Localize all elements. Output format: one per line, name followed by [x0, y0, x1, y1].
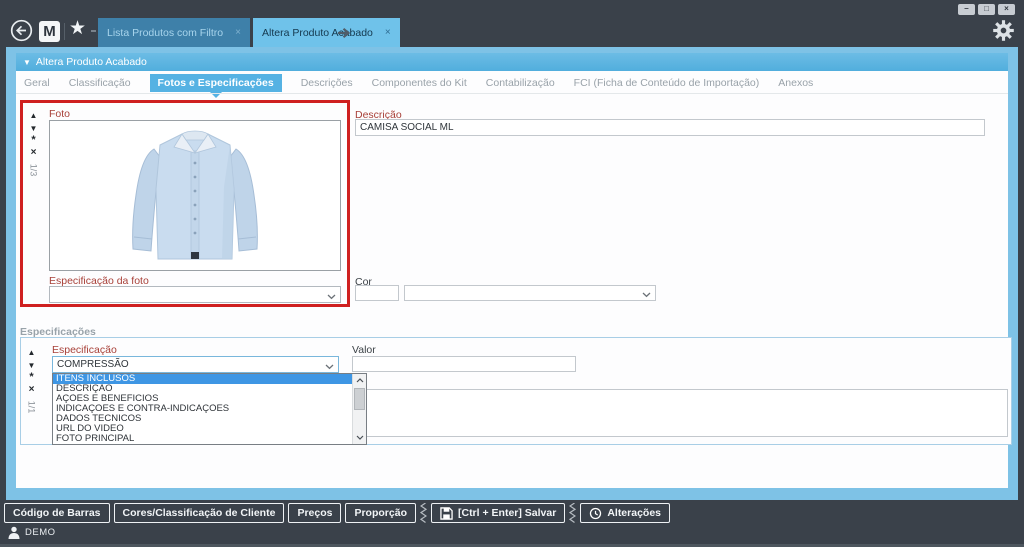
record-counter: 1/3 [29, 162, 39, 179]
chevron-down-icon [642, 290, 651, 301]
tab-lista-produtos[interactable]: Lista Produtos com Filtro × [98, 18, 250, 47]
next-tab-arrow-icon[interactable] [337, 26, 352, 44]
save-button[interactable]: [Ctrl + Enter] Salvar [431, 503, 565, 523]
dropdown-option-selected[interactable]: ITENS INCLUSOS [53, 374, 352, 384]
chevron-down-icon [327, 292, 336, 303]
record-counter: 1/1 [27, 399, 37, 416]
tab-componentes-kit[interactable]: Componentes do Kit [372, 77, 467, 89]
panel-title: Altera Produto Acabado [36, 56, 147, 68]
product-photo-shirt [110, 125, 280, 267]
content-frame: ▼ Altera Produto Acabado Geral Classific… [6, 47, 1018, 500]
footer-button-row: Código de Barras Cores/Classificação de … [4, 503, 670, 523]
cor-combobox[interactable] [404, 285, 656, 301]
valor-input[interactable] [352, 356, 576, 372]
especificacoes-panel: ▲ ▼ * × 1/1 Especificação COMPRESSÃO [20, 337, 1012, 445]
dropdown-scrollbar[interactable] [352, 374, 366, 444]
dropdown-option[interactable]: DADOS TÉCNICOS [53, 414, 352, 424]
back-arrow-icon [10, 19, 33, 42]
window-controls: – □ × [958, 4, 1015, 15]
scroll-down-icon[interactable] [353, 431, 366, 444]
tab-close-icon[interactable]: × [385, 27, 391, 38]
app-window: M ★ Lista Produtos com Filtro × Altera P… [0, 0, 1024, 547]
zigzag-divider [420, 503, 427, 523]
chevron-down-icon [325, 362, 334, 373]
especificacao-foto-combobox[interactable] [49, 286, 341, 303]
record-insert-button[interactable]: * [25, 135, 42, 146]
tab-close-icon[interactable]: × [235, 27, 241, 38]
main-content: Geral Classificação Fotos e Especificaçõ… [16, 71, 1008, 488]
scroll-up-icon[interactable] [353, 374, 366, 387]
scrollbar-thumb[interactable] [354, 388, 365, 410]
maximize-button[interactable]: □ [978, 4, 995, 15]
tab-altera-produto[interactable]: Altera Produto Acabado × [253, 18, 400, 47]
toolbar-divider [64, 23, 65, 40]
descricao-input[interactable] [355, 119, 985, 136]
especificacao-label: Especificação [52, 344, 117, 356]
top-bar: M ★ Lista Produtos com Filtro × Altera P… [0, 0, 1024, 47]
tab-geral[interactable]: Geral [24, 77, 50, 89]
especificacao-dropdown-list: ITENS INCLUSOS DESCRIÇÃO AÇÕES E BENEFÍC… [52, 373, 367, 445]
user-icon [8, 526, 20, 539]
tab-contabilizacao[interactable]: Contabilização [486, 77, 555, 89]
minimize-button[interactable]: – [958, 4, 975, 15]
app-logo[interactable]: M [39, 21, 60, 42]
precos-button[interactable]: Preços [288, 503, 341, 523]
dropdown-option[interactable]: URL DO VIDEO [53, 424, 352, 434]
proporcao-button[interactable]: Proporção [345, 503, 416, 523]
photo-panel-highlighted: ▲ ▼ * × 1/3 Foto [20, 100, 350, 307]
bottom-bar: Código de Barras Cores/Classificação de … [0, 500, 1024, 547]
codigo-barras-button[interactable]: Código de Barras [4, 503, 110, 523]
photo-display-box [49, 120, 341, 271]
cor-code-input[interactable] [355, 285, 399, 301]
zigzag-divider [569, 503, 576, 523]
record-delete-button[interactable]: × [25, 146, 42, 159]
tab-classificacao[interactable]: Classificação [69, 77, 131, 89]
back-button[interactable] [10, 19, 33, 47]
dropdown-option[interactable]: FOTO PRINCIPAL [53, 434, 352, 444]
tab-divider [16, 93, 1008, 94]
favorites-caret[interactable] [91, 30, 96, 32]
cores-classificacao-button[interactable]: Cores/Classificação de Cliente [114, 503, 285, 523]
alteracoes-button[interactable]: Alterações [580, 503, 670, 523]
record-delete-button[interactable]: × [23, 383, 40, 396]
window-tab-strip: Lista Produtos com Filtro × Altera Produ… [98, 18, 400, 47]
section-tab-bar: Geral Classificação Fotos e Especificaçõ… [24, 73, 813, 92]
panel-header[interactable]: ▼ Altera Produto Acabado [16, 53, 1008, 71]
foto-label: Foto [49, 108, 70, 120]
dropdown-option[interactable]: INDICAÇÕES E CONTRA-INDICAÇÕES [53, 404, 352, 414]
tab-label: Altera Produto Acabado [262, 27, 373, 39]
settings-gear-icon[interactable] [993, 20, 1014, 46]
collapse-icon: ▼ [23, 58, 31, 67]
record-prev-button[interactable]: ▲ [25, 109, 42, 122]
record-prev-button[interactable]: ▲ [23, 346, 40, 359]
valor-label: Valor [352, 344, 376, 356]
tab-anexos[interactable]: Anexos [778, 77, 813, 89]
tab-fci[interactable]: FCI (Ficha de Conteúdo de Importação) [574, 77, 760, 89]
especificacao-combobox[interactable]: COMPRESSÃO [52, 356, 339, 373]
tab-descricoes[interactable]: Descrições [301, 77, 353, 89]
record-insert-button[interactable]: * [23, 372, 40, 383]
floppy-disk-icon [440, 507, 453, 520]
status-user: DEMO [8, 526, 56, 539]
dropdown-option[interactable]: AÇÕES E BENEFÍCIOS [53, 394, 352, 404]
dropdown-option[interactable]: DESCRIÇÃO [53, 384, 352, 394]
spec-record-navigator: ▲ ▼ * × 1/1 [23, 346, 40, 412]
history-clock-icon [589, 507, 602, 520]
username-label: DEMO [25, 527, 56, 538]
photo-record-navigator: ▲ ▼ * × 1/3 [25, 109, 42, 175]
tab-fotos-especificacoes[interactable]: Fotos e Especificações [150, 74, 282, 92]
favorites-star-icon[interactable]: ★ [69, 18, 86, 40]
tab-label: Lista Produtos com Filtro [107, 27, 223, 39]
combobox-value: COMPRESSÃO [57, 359, 129, 370]
close-button[interactable]: × [998, 4, 1015, 15]
valor-textarea[interactable] [352, 389, 1008, 437]
